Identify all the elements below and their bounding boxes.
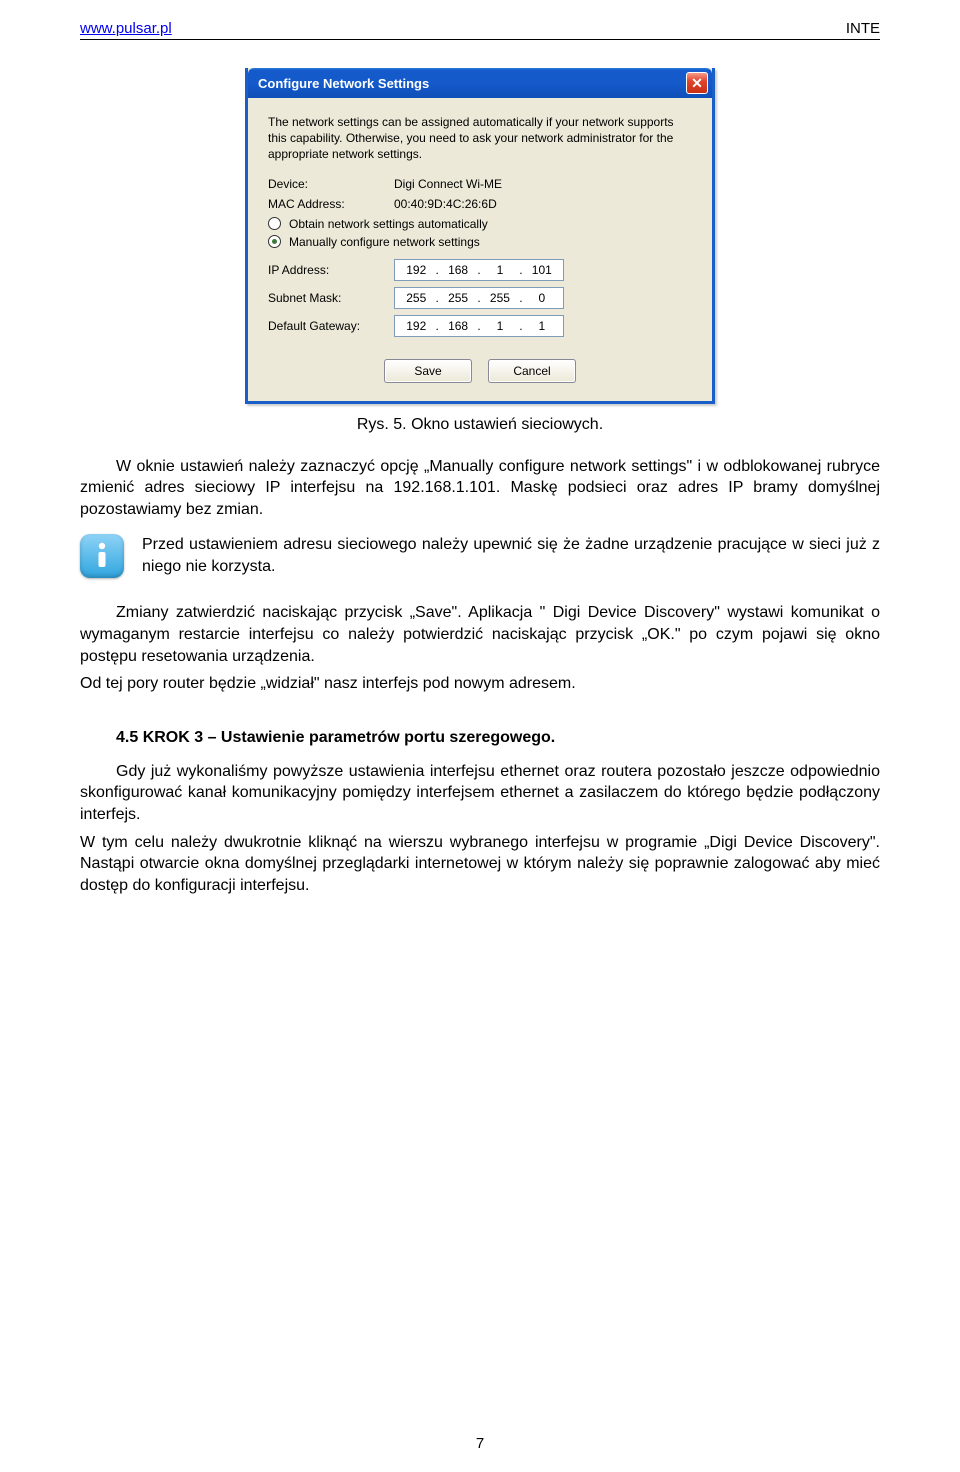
- ip-seg: 1: [485, 263, 516, 277]
- paragraph-1: W oknie ustawień należy zaznaczyć opcję …: [80, 456, 880, 521]
- close-button[interactable]: ✕: [686, 72, 708, 94]
- device-value: Digi Connect Wi-ME: [394, 177, 502, 191]
- ip-address-input[interactable]: 192. 168. 1. 101: [394, 259, 564, 281]
- device-label: Device:: [268, 177, 394, 191]
- radio-auto-label: Obtain network settings automatically: [289, 217, 488, 231]
- close-icon: ✕: [691, 76, 703, 90]
- radio-auto[interactable]: Obtain network settings automatically: [268, 217, 692, 231]
- paragraph-3: Od tej pory router będzie „widział" nasz…: [80, 673, 880, 695]
- paragraph-4: Gdy już wykonaliśmy powyższe ustawienia …: [80, 761, 880, 826]
- network-settings-dialog: Configure Network Settings ✕ The network…: [245, 68, 715, 404]
- radio-manual[interactable]: Manually configure network settings: [268, 235, 692, 249]
- info-callout: Przed ustawieniem adresu sieciowego nale…: [80, 534, 880, 578]
- paragraph-2: Zmiany zatwierdzić naciskając przycisk „…: [80, 602, 880, 667]
- ip-seg: 168: [443, 263, 474, 277]
- header-right: INTE: [846, 20, 880, 37]
- radio-manual-label: Manually configure network settings: [289, 235, 480, 249]
- subnet-label: Subnet Mask:: [268, 291, 394, 305]
- page-number: 7: [0, 1435, 960, 1452]
- info-text: Przed ustawieniem adresu sieciowego nale…: [142, 534, 880, 577]
- dialog-description: The network settings can be assigned aut…: [268, 114, 692, 163]
- figure-caption: Rys. 5. Okno ustawień sieciowych.: [80, 416, 880, 434]
- gateway-input[interactable]: 192. 168. 1. 1: [394, 315, 564, 337]
- ip-seg: 192: [401, 319, 432, 333]
- ip-seg: 192: [401, 263, 432, 277]
- ip-seg: 168: [443, 319, 474, 333]
- ip-label: IP Address:: [268, 263, 394, 277]
- ip-seg: 255: [443, 291, 474, 305]
- header-url[interactable]: www.pulsar.pl: [80, 20, 172, 37]
- mac-value: 00:40:9D:4C:26:6D: [394, 197, 497, 211]
- dialog-titlebar[interactable]: Configure Network Settings ✕: [248, 68, 712, 98]
- ip-seg: 101: [527, 263, 558, 277]
- ip-seg: 1: [527, 319, 558, 333]
- radio-icon-checked: [268, 235, 281, 248]
- ip-seg: 0: [527, 291, 558, 305]
- section-heading: 4.5 KROK 3 – Ustawienie parametrów portu…: [80, 729, 880, 747]
- ip-seg: 255: [485, 291, 516, 305]
- cancel-button[interactable]: Cancel: [488, 359, 576, 383]
- ip-seg: 255: [401, 291, 432, 305]
- subnet-mask-input[interactable]: 255. 255. 255. 0: [394, 287, 564, 309]
- page-header: www.pulsar.pl INTE: [80, 20, 880, 40]
- radio-icon-unchecked: [268, 217, 281, 230]
- dialog-title: Configure Network Settings: [258, 76, 429, 91]
- gateway-label: Default Gateway:: [268, 319, 394, 333]
- paragraph-5: W tym celu należy dwukrotnie kliknąć na …: [80, 832, 880, 897]
- info-icon: [80, 534, 124, 578]
- save-button[interactable]: Save: [384, 359, 472, 383]
- mac-label: MAC Address:: [268, 197, 394, 211]
- ip-seg: 1: [485, 319, 516, 333]
